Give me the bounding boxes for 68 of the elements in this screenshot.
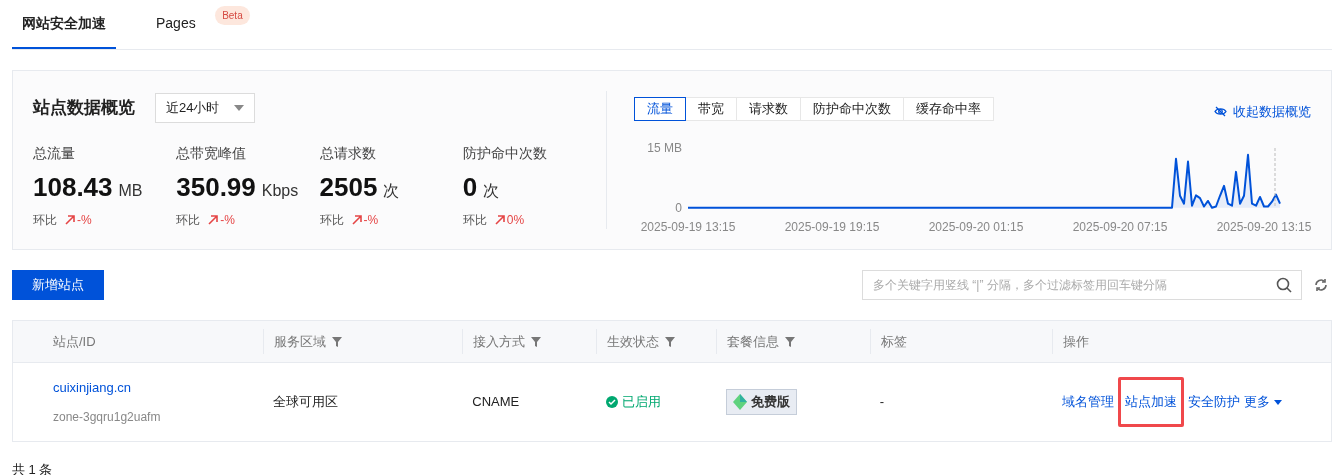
metric-value: 0 (462, 171, 478, 204)
diamond-icon (732, 394, 747, 410)
column-header[interactable]: 接入方式 (473, 331, 542, 352)
axis-label: 2025-09-20 13:15 (1216, 220, 1312, 234)
metric-unit: 次 (383, 181, 400, 201)
arrow-up-right-icon (351, 215, 362, 225)
beta-badge: Beta (215, 6, 250, 25)
table-cell-text: 全球可用区 (272, 393, 338, 412)
axis-label: 2025-09-19 19:15 (784, 220, 880, 234)
status-label: 已启用 (606, 392, 662, 412)
column-header[interactable]: 标签 (880, 331, 907, 352)
table-cell-text: - (879, 393, 885, 412)
metric-value: 350.99 (176, 171, 256, 204)
column-header[interactable]: 服务区域 (273, 331, 342, 352)
action-link[interactable]: 更多 (1244, 392, 1283, 412)
axis-label: 2025-09-20 07:15 (1072, 220, 1168, 234)
metric-label: 总请求数 (319, 144, 377, 163)
axis-label: 2025-09-20 01:15 (928, 220, 1024, 234)
plan-badge: 免费版 (725, 389, 797, 415)
chart-tab[interactable]: 流量 (634, 97, 686, 121)
metric-label: 防护命中次数 (462, 144, 548, 163)
arrow-up-right-icon (494, 215, 505, 225)
tab[interactable]: 网站安全加速 (12, 0, 116, 49)
compare-value: -% (363, 212, 379, 229)
metric-value: 108.43 (33, 171, 113, 204)
compare-value: 0% (506, 212, 525, 229)
compare-value: -% (220, 212, 235, 229)
chart-tab[interactable]: 带宽 (685, 97, 737, 121)
compare-label: 环比 (462, 212, 487, 229)
range-select[interactable]: 近24小时 (155, 93, 255, 123)
refresh-icon (1314, 278, 1328, 292)
chart-tab[interactable]: 缓存命中率 (903, 97, 994, 121)
site-link[interactable]: cuixinjiang.cn (53, 378, 132, 398)
add-site-button[interactable]: 新增站点 (12, 270, 104, 300)
arrow-up-right-icon (208, 215, 219, 225)
hover-line (1274, 147, 1276, 209)
eye-off-icon (1214, 106, 1227, 118)
column-header[interactable]: 站点/ID (53, 331, 96, 352)
zone-id: zone-3gqru1g2uafm (53, 408, 161, 426)
search-field[interactable]: 多个关键字用竖线 “|” 分隔，多个过滤标签用回车键分隔 (862, 270, 1302, 300)
metric-unit: Kbps (261, 181, 299, 201)
column-header[interactable]: 操作 (1063, 331, 1090, 352)
arrow-up-right-icon (65, 215, 75, 225)
table-cell-text: CNAME (472, 393, 520, 412)
action-link[interactable]: 站点加速 (1118, 377, 1185, 427)
compare-label: 环比 (176, 212, 201, 229)
chart-tab[interactable]: 请求数 (736, 97, 801, 121)
compare-label: 环比 (319, 212, 344, 229)
metric-unit: 次 (483, 181, 500, 201)
metric-label: 总带宽峰值 (176, 144, 248, 163)
compare-value: -% (77, 212, 92, 229)
action-link[interactable]: 域名管理 (1062, 392, 1115, 412)
chart-tab[interactable]: 防护命中次数 (800, 97, 904, 121)
action-link[interactable]: 安全防护 (1188, 392, 1241, 412)
search-icon (1276, 277, 1292, 293)
axis-label: 15 MB (647, 141, 682, 155)
collapse-link[interactable]: 收起数据概览 (1214, 102, 1311, 122)
column-header[interactable]: 生效状态 (607, 331, 676, 352)
axis-label: 0 (675, 200, 682, 215)
check-circle-icon (606, 396, 619, 408)
metric-unit: MB (118, 181, 143, 201)
axis-label: 2025-09-19 13:15 (640, 220, 736, 234)
caret-icon (234, 105, 244, 111)
metric-value: 2505 (319, 171, 378, 204)
section-title: 站点数据概览 (33, 97, 135, 120)
metric-label: 总流量 (33, 144, 76, 163)
compare-label: 环比 (33, 212, 57, 229)
column-header[interactable]: 套餐信息 (726, 331, 795, 352)
